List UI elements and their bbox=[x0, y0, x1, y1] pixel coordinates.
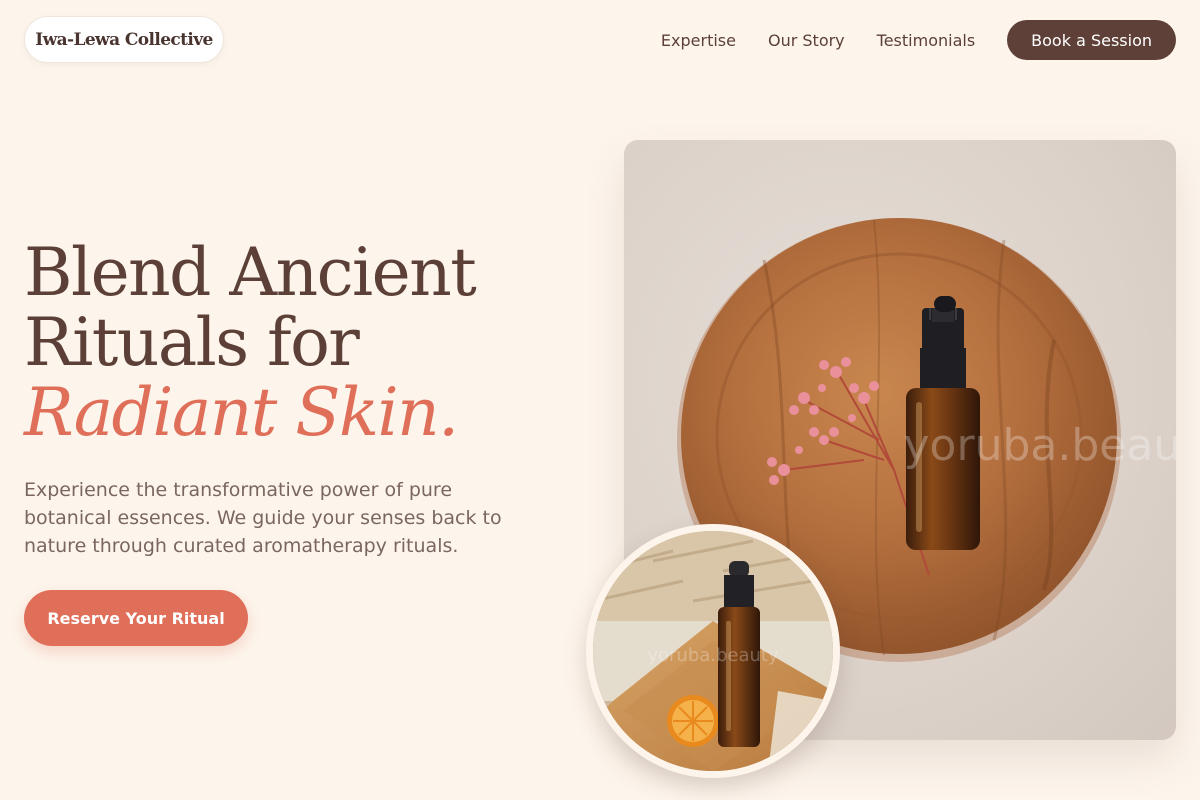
dropper-bottle-orange-image: yoruba.beauty bbox=[593, 531, 833, 771]
logo-text: Iwa-Lewa Collective bbox=[35, 29, 213, 50]
main-nav: Expertise Our Story Testimonials Book a … bbox=[661, 20, 1176, 60]
main-photo-watermark: yoruba.beauty bbox=[904, 420, 1176, 471]
nav-link-expertise[interactable]: Expertise bbox=[661, 31, 736, 50]
logo[interactable]: Iwa-Lewa Collective bbox=[24, 16, 224, 63]
hero-title: Blend Ancient Rituals for Radiant Skin. bbox=[24, 238, 584, 448]
inset-product-photo: yoruba.beauty bbox=[586, 524, 840, 778]
hero-description: Experience the transformative power of p… bbox=[24, 479, 502, 557]
book-session-button[interactable]: Book a Session bbox=[1007, 20, 1176, 60]
nav-link-testimonials[interactable]: Testimonials bbox=[877, 31, 976, 50]
nav-link-our-story[interactable]: Our Story bbox=[768, 31, 845, 50]
reserve-ritual-button[interactable]: Reserve Your Ritual bbox=[24, 590, 248, 646]
hero-title-line-1: Blend Ancient bbox=[24, 234, 477, 311]
inset-photo-watermark: yoruba.beauty bbox=[647, 645, 779, 666]
hero-title-line-2: Rituals for bbox=[24, 304, 360, 381]
hero-title-accent: Radiant Skin. bbox=[24, 374, 459, 451]
